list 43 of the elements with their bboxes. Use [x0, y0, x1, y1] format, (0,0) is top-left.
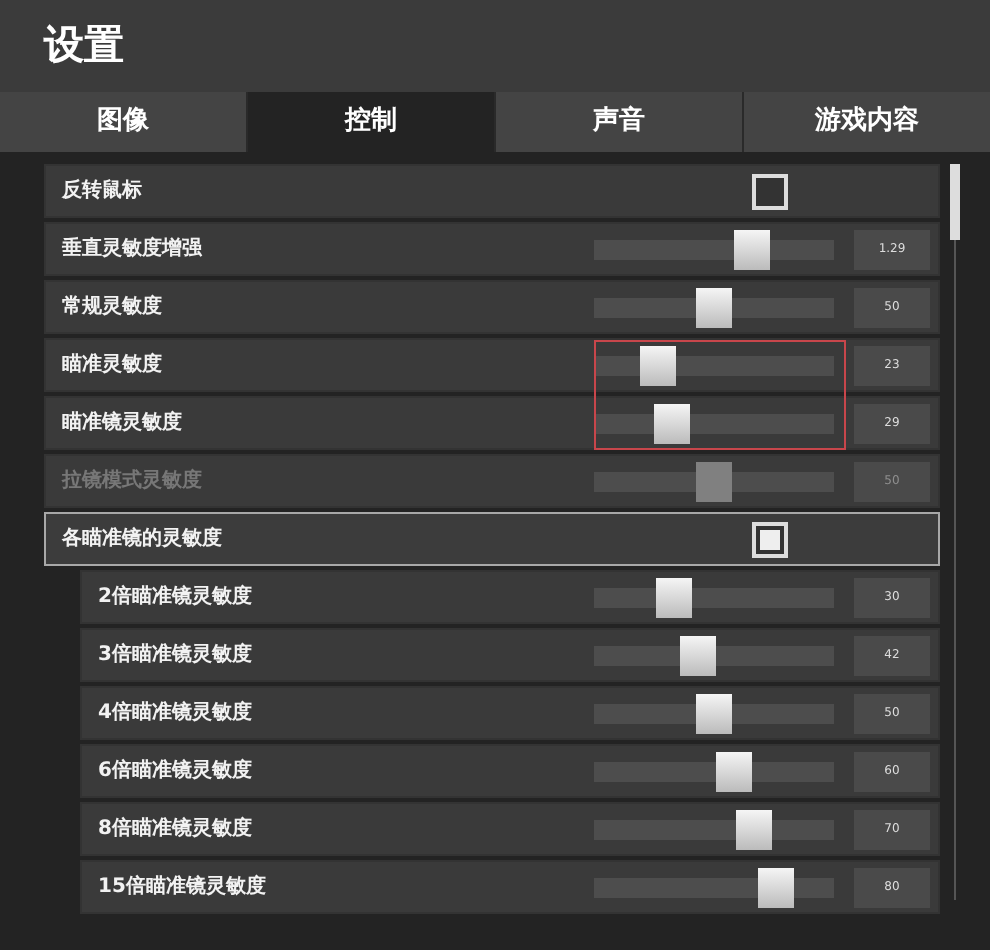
- setting-label: 6倍瞄准镜灵敏度: [98, 756, 254, 786]
- checkbox[interactable]: [752, 521, 788, 557]
- slider-track[interactable]: [594, 345, 834, 385]
- slider-track[interactable]: [594, 867, 834, 907]
- setting-label: 反转鼠标: [62, 177, 144, 206]
- tab[interactable]: 声音: [496, 92, 744, 152]
- slider-thumb[interactable]: [696, 693, 732, 733]
- window-title: 设置: [44, 18, 126, 70]
- slider-thumb[interactable]: [736, 809, 773, 849]
- tab[interactable]: 图像: [0, 92, 248, 152]
- setting-label: 各瞄准镜的灵敏度: [62, 524, 224, 554]
- setting-label: 瞄准灵敏度: [62, 350, 164, 380]
- setting-label: 15倍瞄准镜灵敏度: [98, 872, 268, 902]
- slider-thumb[interactable]: [696, 287, 732, 327]
- slider-track[interactable]: [594, 693, 834, 733]
- setting-label: 拉镜模式灵敏度: [62, 466, 204, 496]
- slider-track[interactable]: [594, 403, 834, 443]
- scrollbar-thumb[interactable]: [950, 164, 960, 240]
- slider-track[interactable]: [594, 577, 834, 617]
- setting-label: 瞄准镜灵敏度: [62, 408, 184, 438]
- setting-label: 2倍瞄准镜灵敏度: [98, 582, 254, 612]
- tab[interactable]: 游戏内容: [744, 92, 990, 152]
- setting-label: 常规灵敏度: [62, 292, 164, 322]
- slider-track[interactable]: [594, 287, 834, 327]
- checkbox[interactable]: [752, 173, 788, 209]
- slider-thumb[interactable]: [716, 751, 753, 791]
- slider-thumb[interactable]: [679, 635, 716, 675]
- setting-row[interactable]: 各瞄准镜的灵敏度: [44, 512, 940, 566]
- slider-thumb[interactable]: [655, 577, 692, 617]
- slider-track[interactable]: [594, 809, 834, 849]
- setting-row[interactable]: 反转鼠标: [44, 164, 940, 218]
- slider-track[interactable]: [594, 751, 834, 791]
- slider-thumb[interactable]: [640, 345, 677, 385]
- setting-label: 3倍瞄准镜灵敏度: [98, 640, 254, 670]
- slider-thumb[interactable]: [734, 229, 771, 269]
- setting-label: 垂直灵敏度增强: [62, 234, 204, 264]
- slider-track[interactable]: [594, 229, 834, 269]
- setting-label: 4倍瞄准镜灵敏度: [98, 698, 254, 728]
- slider-thumb[interactable]: [757, 867, 794, 907]
- setting-label: 8倍瞄准镜灵敏度: [98, 814, 254, 844]
- slider-thumb[interactable]: [653, 403, 690, 443]
- slider-track[interactable]: [594, 635, 834, 675]
- tab[interactable]: 控制: [248, 92, 496, 152]
